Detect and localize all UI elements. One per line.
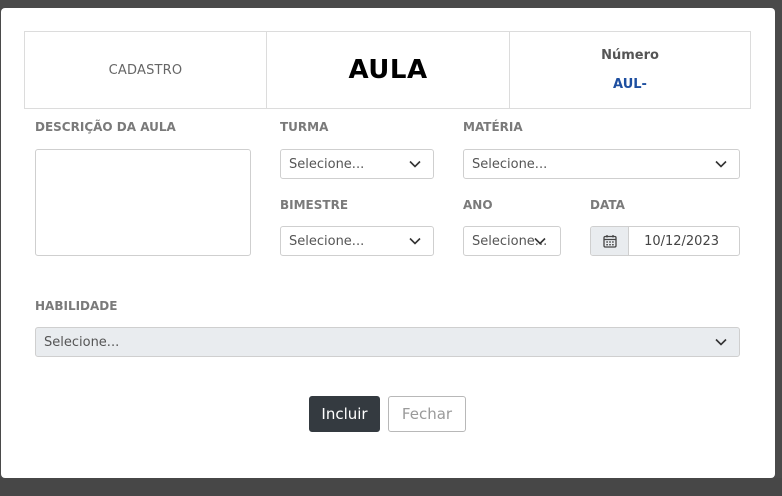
chevron-down-icon [534, 237, 546, 245]
calendar-icon [602, 235, 617, 248]
turma-select-value: Selecione... [289, 156, 365, 172]
bimestre-select[interactable]: Selecione... [280, 226, 434, 256]
habilidade-select[interactable]: Selecione... [35, 327, 740, 357]
chevron-down-icon [715, 160, 727, 168]
header-numero-cell: Número AUL- [510, 32, 750, 108]
header-cadastro-cell: CADASTRO [25, 32, 267, 108]
chevron-down-icon [409, 160, 421, 168]
habilidade-label: HABILIDADE [35, 299, 118, 313]
modal-backdrop [0, 478, 782, 496]
date-input[interactable]: 10/12/2023 [629, 227, 739, 255]
header-title-cell: AULA [267, 32, 510, 108]
descricao-textarea[interactable] [35, 149, 251, 256]
turma-label: TURMA [280, 120, 329, 134]
ano-select[interactable]: Selecione... [463, 226, 561, 256]
materia-select[interactable]: Selecione... [463, 149, 740, 179]
page-title: AULA [348, 55, 428, 85]
materia-label: MATÉRIA [463, 120, 523, 134]
fechar-button[interactable]: Fechar [388, 396, 466, 432]
habilidade-select-value: Selecione... [44, 334, 120, 350]
calendar-addon[interactable] [591, 227, 629, 255]
modal-dialog: CADASTRO AULA Número AUL- DESCRIÇÃO DA A… [1, 8, 775, 478]
incluir-button[interactable]: Incluir [309, 396, 380, 432]
descricao-label: DESCRIÇÃO DA AULA [35, 120, 176, 134]
chevron-down-icon [409, 237, 421, 245]
bimestre-select-value: Selecione... [289, 233, 365, 249]
numero-value: AUL- [613, 77, 647, 92]
cadastro-label: CADASTRO [108, 62, 183, 78]
header-table: CADASTRO AULA Número AUL- [24, 31, 751, 109]
bimestre-label: BIMESTRE [280, 198, 349, 212]
ano-label: ANO [463, 198, 493, 212]
date-field[interactable]: 10/12/2023 [590, 226, 740, 256]
numero-label: Número [601, 48, 659, 63]
turma-select[interactable]: Selecione... [280, 149, 434, 179]
data-label: DATA [590, 198, 625, 212]
chevron-down-icon [715, 338, 727, 346]
materia-select-value: Selecione... [472, 156, 548, 172]
